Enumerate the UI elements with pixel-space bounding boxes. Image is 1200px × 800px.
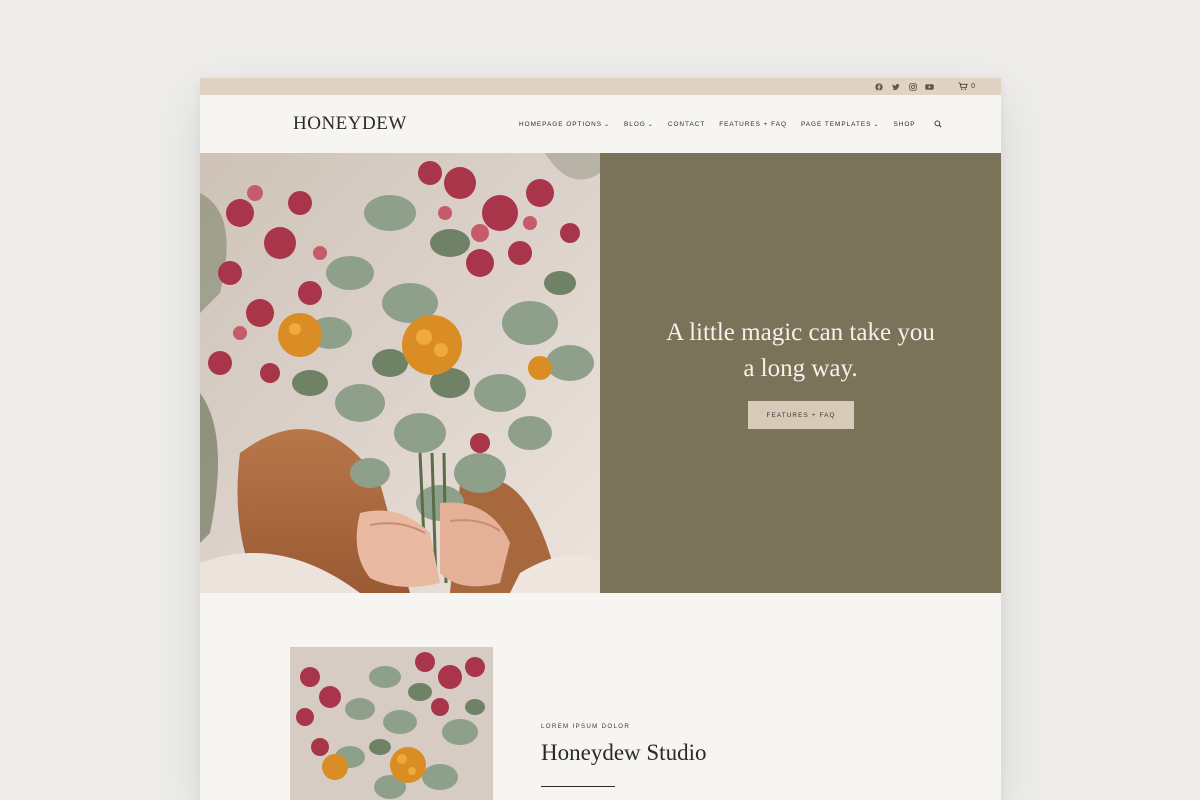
- top-bar: 0: [200, 78, 1001, 95]
- hero-panel: A little magic can take you a long way. …: [600, 153, 1001, 593]
- chevron-down-icon: ⌄: [647, 121, 654, 128]
- section-eyebrow: LOREM IPSUM DOLOR: [541, 723, 631, 730]
- nav-item-label: SHOP: [893, 120, 916, 128]
- nav-item-contact[interactable]: CONTACT: [668, 121, 705, 128]
- site-header: HONEYDEW HOMEPAGE OPTIONS ⌄ BLOG ⌄ CONTA…: [200, 95, 1001, 153]
- instagram-icon[interactable]: [908, 82, 917, 91]
- about-section: LOREM IPSUM DOLOR Honeydew Studio: [200, 593, 1001, 800]
- section-divider: [541, 786, 615, 787]
- main-nav: HOMEPAGE OPTIONS ⌄ BLOG ⌄ CONTACT FEATUR…: [519, 120, 942, 128]
- nav-item-label: PAGE TEMPLATES: [800, 120, 872, 128]
- section-bouquet-image: [290, 647, 493, 800]
- facebook-icon[interactable]: [874, 82, 883, 91]
- nav-item-shop[interactable]: SHOP: [893, 121, 915, 128]
- youtube-icon[interactable]: [925, 82, 934, 91]
- features-faq-button[interactable]: FEATURES + FAQ: [748, 401, 854, 429]
- search-icon[interactable]: [934, 120, 942, 128]
- nav-item-label: BLOG: [624, 120, 646, 128]
- browser-page: 0 HONEYDEW HOMEPAGE OPTIONS ⌄ BLOG ⌄ CON…: [200, 78, 1001, 800]
- hero: A little magic can take you a long way. …: [200, 153, 1001, 593]
- hero-bouquet-image: [200, 153, 600, 593]
- cart-button[interactable]: 0: [958, 82, 975, 91]
- chevron-down-icon: ⌄: [604, 121, 611, 128]
- chevron-down-icon: ⌄: [873, 121, 880, 128]
- section-title: Honeydew Studio: [541, 740, 707, 765]
- cart-count: 0: [971, 83, 975, 90]
- nav-item-page-templates[interactable]: PAGE TEMPLATES ⌄: [801, 121, 880, 128]
- nav-item-blog[interactable]: BLOG ⌄: [624, 121, 654, 128]
- nav-item-label: HOMEPAGE OPTIONS: [519, 120, 602, 128]
- nav-item-label: CONTACT: [667, 120, 706, 128]
- hero-title: A little magic can take you a long way.: [666, 319, 935, 382]
- twitter-icon[interactable]: [891, 82, 900, 91]
- nav-item-label: FEATURES + FAQ: [719, 120, 787, 128]
- site-logo[interactable]: HONEYDEW: [293, 113, 407, 135]
- nav-item-homepage-options[interactable]: HOMEPAGE OPTIONS ⌄: [519, 121, 610, 128]
- cart-icon: [958, 82, 968, 91]
- nav-item-features-faq[interactable]: FEATURES + FAQ: [719, 121, 787, 128]
